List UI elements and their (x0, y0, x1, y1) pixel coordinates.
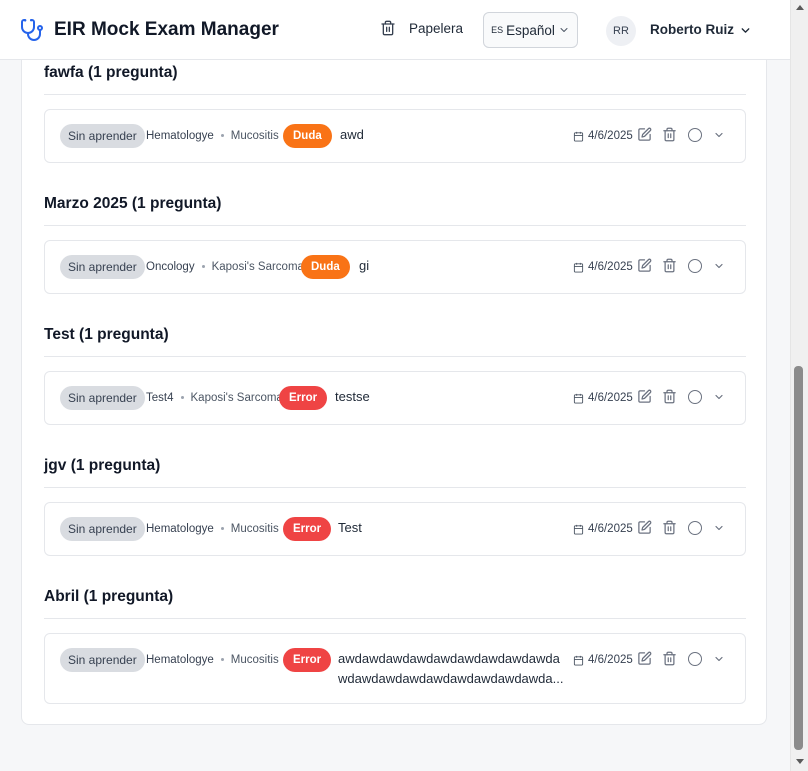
row-actions (637, 520, 725, 535)
expand-chevron-icon[interactable] (713, 260, 725, 272)
topic-label: Kaposi's Sarcoma (211, 261, 304, 273)
edit-icon[interactable] (637, 651, 652, 666)
row-actions (637, 389, 725, 404)
status-chip[interactable]: Sin aprender (60, 386, 145, 410)
trash-nav-button[interactable]: Papelera (380, 20, 463, 36)
question-row[interactable]: Sin aprender Oncology Kaposi's Sarcoma Du… (44, 240, 746, 294)
row-actions (637, 127, 725, 142)
app-title[interactable]: EIR Mock Exam Manager (54, 19, 279, 41)
calendar-icon (573, 131, 584, 142)
question-meta: Test4 Kaposi's Sarcoma (146, 392, 283, 404)
subject-label: Hematologye (146, 523, 214, 535)
group-title: jgv (1 pregunta) (44, 457, 161, 474)
question-text: gi (359, 258, 370, 273)
question-row[interactable]: Sin aprender Hematologye Mucositis Duda a… (44, 109, 746, 163)
mark-learned-toggle[interactable] (688, 651, 702, 666)
divider (44, 356, 746, 357)
subject-label: Test4 (146, 392, 174, 404)
delete-icon[interactable] (662, 258, 677, 273)
delete-icon[interactable] (662, 520, 677, 535)
expand-chevron-icon[interactable] (713, 391, 725, 403)
scroll-down-arrow-icon[interactable] (796, 759, 804, 764)
delete-icon[interactable] (662, 389, 677, 404)
question-row[interactable]: Sin aprender Test4 Kaposi's Sarcoma Error… (44, 371, 746, 425)
edit-icon[interactable] (637, 127, 652, 142)
question-text: Test (338, 520, 362, 535)
vertical-scrollbar[interactable] (790, 0, 808, 771)
status-badge: Error (283, 648, 332, 672)
trash-icon (381, 20, 395, 36)
subject-label: Oncology (146, 261, 195, 273)
mark-learned-toggle[interactable] (688, 520, 702, 535)
expand-chevron-icon[interactable] (713, 522, 725, 534)
scroll-thumb[interactable] (794, 366, 803, 750)
group-title: Test (1 pregunta) (44, 326, 169, 343)
group-title: Abril (1 pregunta) (44, 588, 174, 605)
status-badge: Error (283, 517, 332, 541)
calendar-icon (573, 524, 584, 535)
calendar-icon (573, 393, 584, 404)
question-meta: Hematologye Mucositis (146, 523, 279, 535)
delete-icon[interactable] (662, 127, 677, 142)
user-name[interactable]: Roberto Ruiz (650, 22, 734, 37)
scroll-up-arrow-icon[interactable] (796, 5, 804, 10)
mark-learned-toggle[interactable] (688, 127, 702, 142)
subject-label: Hematologye (146, 130, 214, 142)
group-title: fawfa (1 pregunta) (44, 64, 178, 81)
expand-chevron-icon[interactable] (713, 653, 725, 665)
status-chip[interactable]: Sin aprender (60, 517, 145, 541)
topic-label: Mucositis (230, 654, 279, 666)
question-meta: Hematologye Mucositis (146, 654, 279, 666)
question-row[interactable]: Sin aprender Hematologye Mucositis Error … (44, 502, 746, 556)
calendar-icon (573, 262, 584, 273)
mark-learned-toggle[interactable] (688, 389, 702, 404)
subject-label: Hematologye (146, 654, 214, 666)
language-label: Español (506, 22, 555, 38)
status-chip[interactable]: Sin aprender (60, 648, 145, 672)
user-menu-chevron-icon[interactable] (739, 24, 752, 37)
avatar[interactable]: RR (606, 16, 636, 46)
question-text: awdawdawdawdawdawdawdawdawda wdawdawdawd… (338, 651, 564, 686)
calendar-icon (573, 655, 584, 666)
divider (44, 618, 746, 619)
question-text: awd (340, 127, 364, 142)
question-date: 4/6/2025 (573, 523, 633, 535)
status-chip[interactable]: Sin aprender (60, 124, 145, 148)
top-header: EIR Mock Exam Manager Papelera ES Españo… (0, 0, 790, 60)
edit-icon[interactable] (637, 258, 652, 273)
question-date: 4/6/2025 (573, 654, 633, 666)
group-title: Marzo 2025 (1 pregunta) (44, 195, 222, 212)
mark-learned-toggle[interactable] (688, 258, 702, 273)
row-actions (637, 258, 725, 273)
topic-label: Mucositis (230, 523, 279, 535)
expand-chevron-icon[interactable] (713, 129, 725, 141)
flag-es-icon: ES (491, 25, 504, 35)
topic-label: Kaposi's Sarcoma (190, 392, 283, 404)
question-text: testse (335, 389, 370, 404)
questions-card: fawfa (1 pregunta) Sin aprender Hematolo… (21, 60, 767, 725)
question-meta: Hematologye Mucositis (146, 130, 279, 142)
question-date: 4/6/2025 (573, 130, 633, 142)
status-badge: Duda (301, 255, 350, 279)
edit-icon[interactable] (637, 520, 652, 535)
delete-icon[interactable] (662, 651, 677, 666)
status-badge: Error (279, 386, 328, 410)
row-actions (637, 651, 725, 666)
question-row[interactable]: Sin aprender Hematologye Mucositis Error … (44, 633, 746, 704)
divider (44, 94, 746, 95)
status-chip[interactable]: Sin aprender (60, 255, 145, 279)
chevron-down-icon (560, 28, 568, 32)
stethoscope-icon[interactable] (20, 18, 44, 42)
divider (44, 487, 746, 488)
divider (44, 225, 746, 226)
status-badge: Duda (283, 124, 332, 148)
question-meta: Oncology Kaposi's Sarcoma (146, 261, 304, 273)
edit-icon[interactable] (637, 389, 652, 404)
topic-label: Mucositis (230, 130, 279, 142)
question-date: 4/6/2025 (573, 261, 633, 273)
language-select[interactable]: ES Español (483, 12, 578, 48)
trash-label: Papelera (409, 20, 464, 36)
question-date: 4/6/2025 (573, 392, 633, 404)
